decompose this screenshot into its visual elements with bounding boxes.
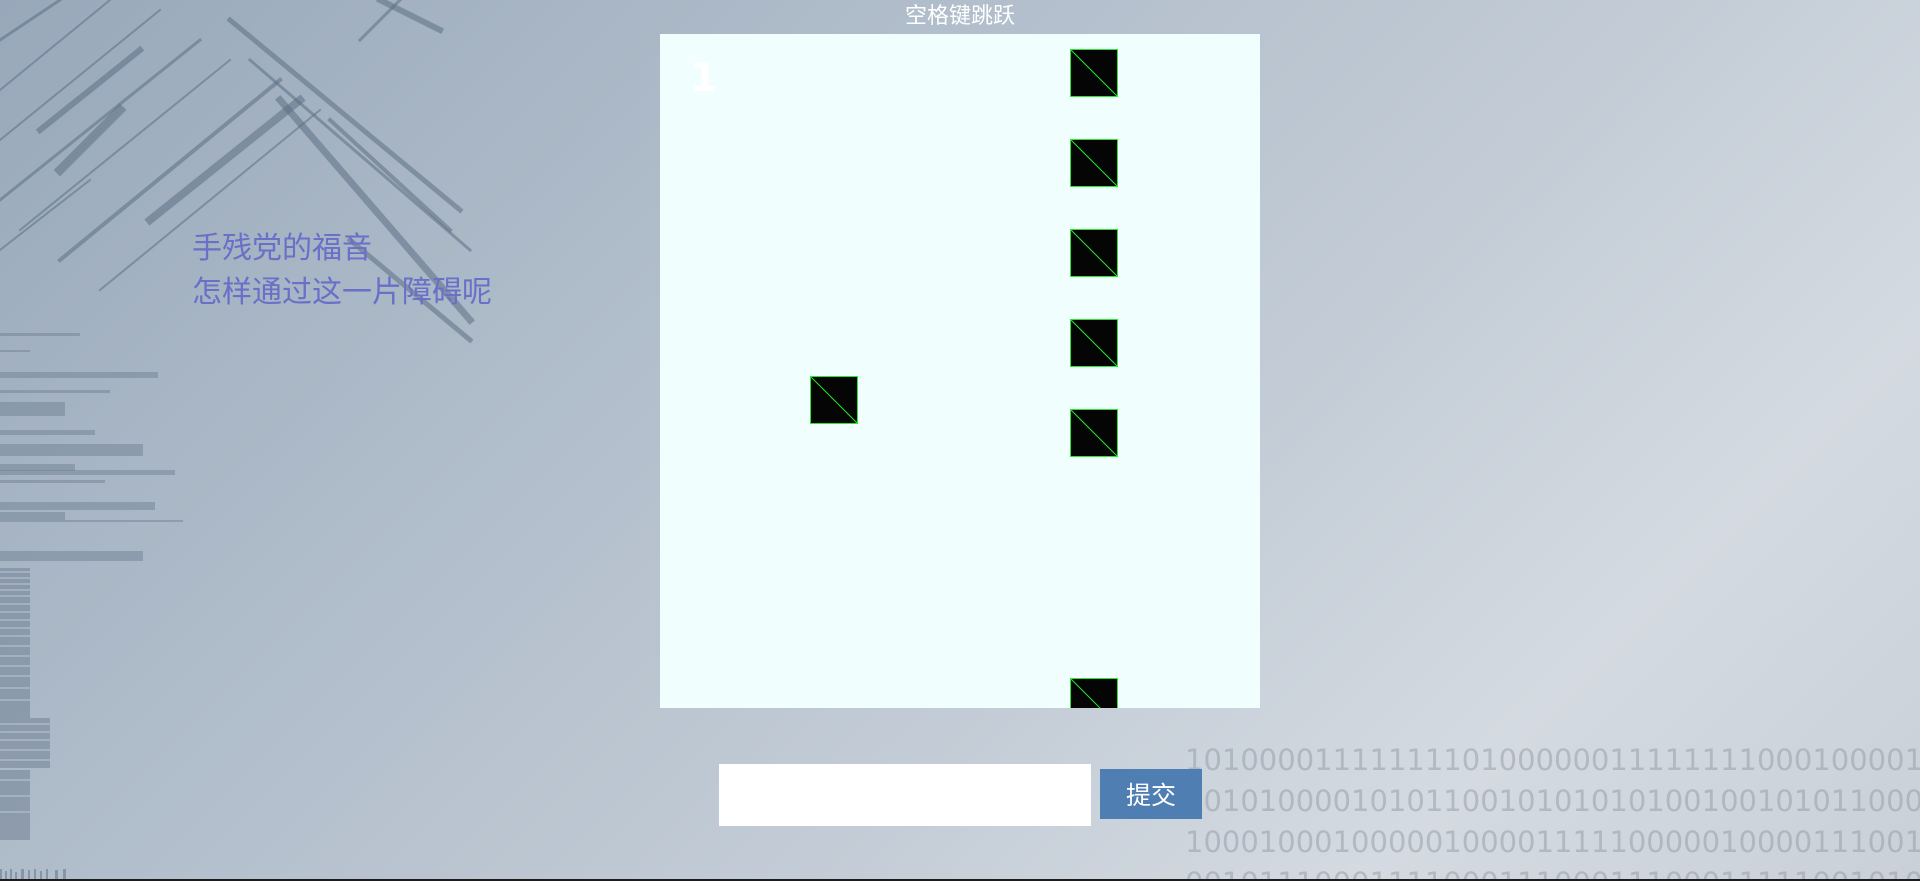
- game-canvas[interactable]: 1: [660, 34, 1260, 708]
- obstacle-block-icon: [1070, 319, 1118, 367]
- slogan: 手残党的福音 怎样通过这一片障碍呢: [192, 227, 492, 315]
- answer-input[interactable]: [719, 764, 1091, 826]
- jump-hint: 空格键跳跃: [904, 4, 1015, 29]
- score-counter: 1: [690, 55, 718, 101]
- obstacle-block-icon: [1070, 678, 1118, 708]
- binary-line: 1010000111111110100000011111111000100001: [1185, 743, 1920, 777]
- obstacle-block-icon: [1070, 49, 1118, 97]
- slogan-line-2: 怎样通过这一片障碍呢: [192, 275, 492, 310]
- binary-line: 1000100010000010000111110000010000111001…: [1185, 825, 1920, 859]
- binary-background-text: 1010000111111110100000011111111000100001…: [1185, 740, 1920, 881]
- background-art: [0, 0, 475, 840]
- obstacle-block-icon: [1070, 139, 1118, 187]
- obstacle-block-icon: [1070, 229, 1118, 277]
- obstacle-block-icon: [1070, 409, 1118, 457]
- player-block-icon: [810, 376, 858, 424]
- slogan-line-1: 手残党的福音: [192, 231, 372, 266]
- binary-line: 1010100001010110010101010100100101011000: [1185, 784, 1920, 818]
- submit-button[interactable]: 提交: [1100, 769, 1202, 819]
